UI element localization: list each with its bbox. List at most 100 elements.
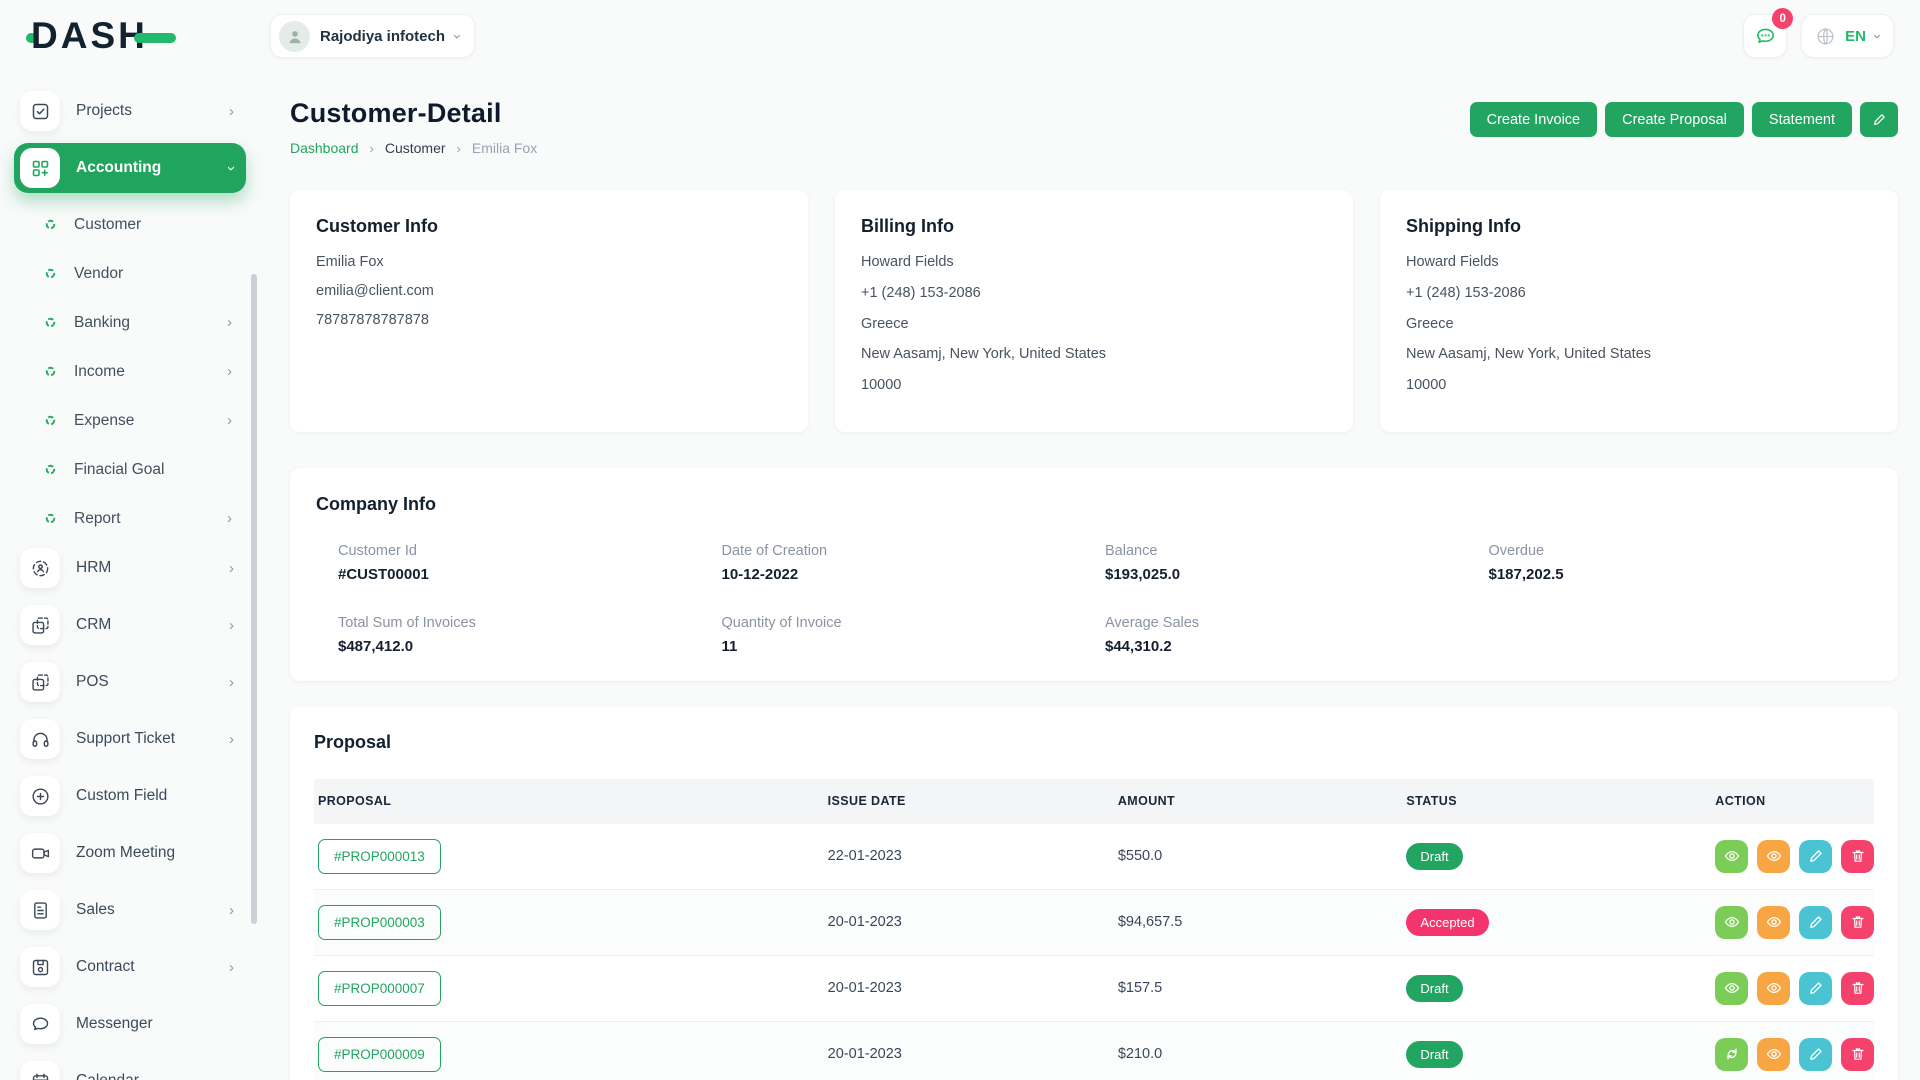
delete-button[interactable] <box>1841 906 1874 939</box>
sidebar-item-label: Zoom Meeting <box>76 844 175 862</box>
convert-button[interactable] <box>1715 1038 1748 1071</box>
sidebar-item-sales[interactable]: Sales › <box>14 885 246 935</box>
ring-bullet-icon <box>44 218 57 231</box>
sidebar-item-label: Expense <box>74 412 134 430</box>
sidebar-item-banking[interactable]: Banking › <box>14 298 246 347</box>
workspace-avatar <box>279 21 310 52</box>
chevron-right-icon: › <box>229 103 234 120</box>
status-badge: Draft <box>1406 975 1462 1002</box>
workspace-selector[interactable]: Rajodiya infotech › <box>270 14 475 58</box>
shipping-zip: 10000 <box>1406 375 1872 397</box>
delete-button[interactable] <box>1841 840 1874 873</box>
field-quantity-of-invoice: Quantity of Invoice 11 <box>722 615 1106 655</box>
sidebar-item-zoom-meeting[interactable]: Zoom Meeting <box>14 828 246 878</box>
sidebar-item-projects[interactable]: Projects › <box>14 86 246 136</box>
card-title: Customer Info <box>316 216 782 237</box>
sidebar-item-label: Calendar <box>76 1072 139 1080</box>
view-button[interactable] <box>1715 840 1748 873</box>
language-selector[interactable]: EN › <box>1801 14 1894 58</box>
trash-icon <box>1850 980 1866 996</box>
sidebar-item-contract[interactable]: Contract › <box>14 942 246 992</box>
chevron-right-icon: › <box>229 731 234 748</box>
page-title: Customer-Detail <box>290 98 537 129</box>
chevron-right-icon: › <box>227 314 232 331</box>
sidebar-item-support-ticket[interactable]: Support Ticket › <box>14 714 246 764</box>
proposal-link[interactable]: #PROP000007 <box>318 971 441 1006</box>
sidebar-item-vendor[interactable]: Vendor <box>14 249 246 298</box>
sidebar-item-expense[interactable]: Expense › <box>14 396 246 445</box>
company-info-grid: Customer Id #CUST00001 Date of Creation … <box>316 543 1872 655</box>
sidebar-item-customer[interactable]: Customer <box>14 200 246 249</box>
floppy-icon <box>20 947 60 987</box>
sidebar-item-label: Support Ticket <box>76 730 175 748</box>
view-button[interactable] <box>1715 906 1748 939</box>
field-date-of-creation: Date of Creation 10-12-2022 <box>722 543 1106 583</box>
col-action: ACTION <box>1713 794 1874 808</box>
sidebar-item-label: POS <box>76 673 109 691</box>
sidebar-item-custom-field[interactable]: Custom Field <box>14 771 246 821</box>
delete-button[interactable] <box>1841 1038 1874 1071</box>
pencil-icon <box>1808 1046 1824 1062</box>
chevron-right-icon: › <box>229 617 234 634</box>
card-title: Billing Info <box>861 216 1327 237</box>
breadcrumb-dashboard[interactable]: Dashboard <box>290 140 359 156</box>
sidebar-item-crm[interactable]: CRM › <box>14 600 246 650</box>
col-issue-date: ISSUE DATE <box>826 794 1116 808</box>
pencil-icon <box>1808 980 1824 996</box>
workspace-name: Rajodiya infotech <box>320 28 445 45</box>
sidebar-item-finacial-goal[interactable]: Finacial Goal <box>14 445 246 494</box>
sidebar-scrollbar[interactable] <box>251 274 257 924</box>
logo-text: DASH <box>26 15 176 57</box>
shipping-country: Greece <box>1406 314 1872 336</box>
sidebar-item-label: Custom Field <box>76 787 167 805</box>
customer-name: Emilia Fox <box>316 252 782 274</box>
trash-icon <box>1850 914 1866 930</box>
proposal-card: Proposal PROPOSAL ISSUE DATE AMOUNT STAT… <box>290 706 1898 1080</box>
proposal-link[interactable]: #PROP000003 <box>318 905 441 940</box>
ring-bullet-icon <box>44 414 57 427</box>
refresh-icon <box>1724 1046 1740 1062</box>
customer-email: emilia@client.com <box>316 281 782 303</box>
sidebar-item-hrm[interactable]: HRM › <box>14 543 246 593</box>
breadcrumb-separator: › <box>370 141 374 156</box>
sidebar-item-pos[interactable]: POS › <box>14 657 246 707</box>
preview-button[interactable] <box>1757 972 1790 1005</box>
eye-icon <box>1724 914 1740 930</box>
billing-info-card: Billing Info Howard Fields +1 (248) 153-… <box>835 190 1353 432</box>
chevron-down-icon: › <box>449 34 466 39</box>
view-button[interactable] <box>1715 972 1748 1005</box>
preview-button[interactable] <box>1757 1038 1790 1071</box>
edit-button[interactable] <box>1799 972 1832 1005</box>
sidebar-item-label: HRM <box>76 559 111 577</box>
pencil-icon <box>1808 848 1824 864</box>
proposal-title: Proposal <box>314 732 1874 753</box>
breadcrumb-customer[interactable]: Customer <box>385 140 446 156</box>
sidebar-item-report[interactable]: Report › <box>14 494 246 543</box>
sidebar-item-messenger[interactable]: Messenger <box>14 999 246 1049</box>
hrm-icon <box>20 548 60 588</box>
delete-button[interactable] <box>1841 972 1874 1005</box>
proposal-link[interactable]: #PROP000013 <box>318 839 441 874</box>
edit-customer-button[interactable] <box>1860 102 1898 137</box>
issue-date: 20-01-2023 <box>826 914 1116 930</box>
create-proposal-button[interactable]: Create Proposal <box>1605 102 1744 137</box>
edit-button[interactable] <box>1799 1038 1832 1071</box>
proposal-link[interactable]: #PROP000009 <box>318 1037 441 1072</box>
preview-button[interactable] <box>1757 840 1790 873</box>
shipping-info-card: Shipping Info Howard Fields +1 (248) 153… <box>1380 190 1898 432</box>
edit-button[interactable] <box>1799 906 1832 939</box>
statement-button[interactable]: Statement <box>1752 102 1852 137</box>
sidebar-item-income[interactable]: Income › <box>14 347 246 396</box>
sidebar-item-accounting[interactable]: Accounting › <box>14 143 246 193</box>
edit-button[interactable] <box>1799 840 1832 873</box>
messages-button[interactable]: 0 <box>1743 14 1787 58</box>
field-overdue: Overdue $187,202.5 <box>1489 543 1873 583</box>
info-cards: Customer Info Emilia Fox emilia@client.c… <box>290 190 1898 432</box>
shipping-name: Howard Fields <box>1406 252 1872 274</box>
sidebar-item-calendar[interactable]: Calendar <box>14 1056 246 1080</box>
shipping-phone: +1 (248) 153-2086 <box>1406 283 1872 305</box>
create-invoice-button[interactable]: Create Invoice <box>1470 102 1598 137</box>
sidebar-item-label: Accounting <box>76 159 161 177</box>
proposal-table: PROPOSAL ISSUE DATE AMOUNT STATUS ACTION… <box>314 779 1874 1080</box>
preview-button[interactable] <box>1757 906 1790 939</box>
